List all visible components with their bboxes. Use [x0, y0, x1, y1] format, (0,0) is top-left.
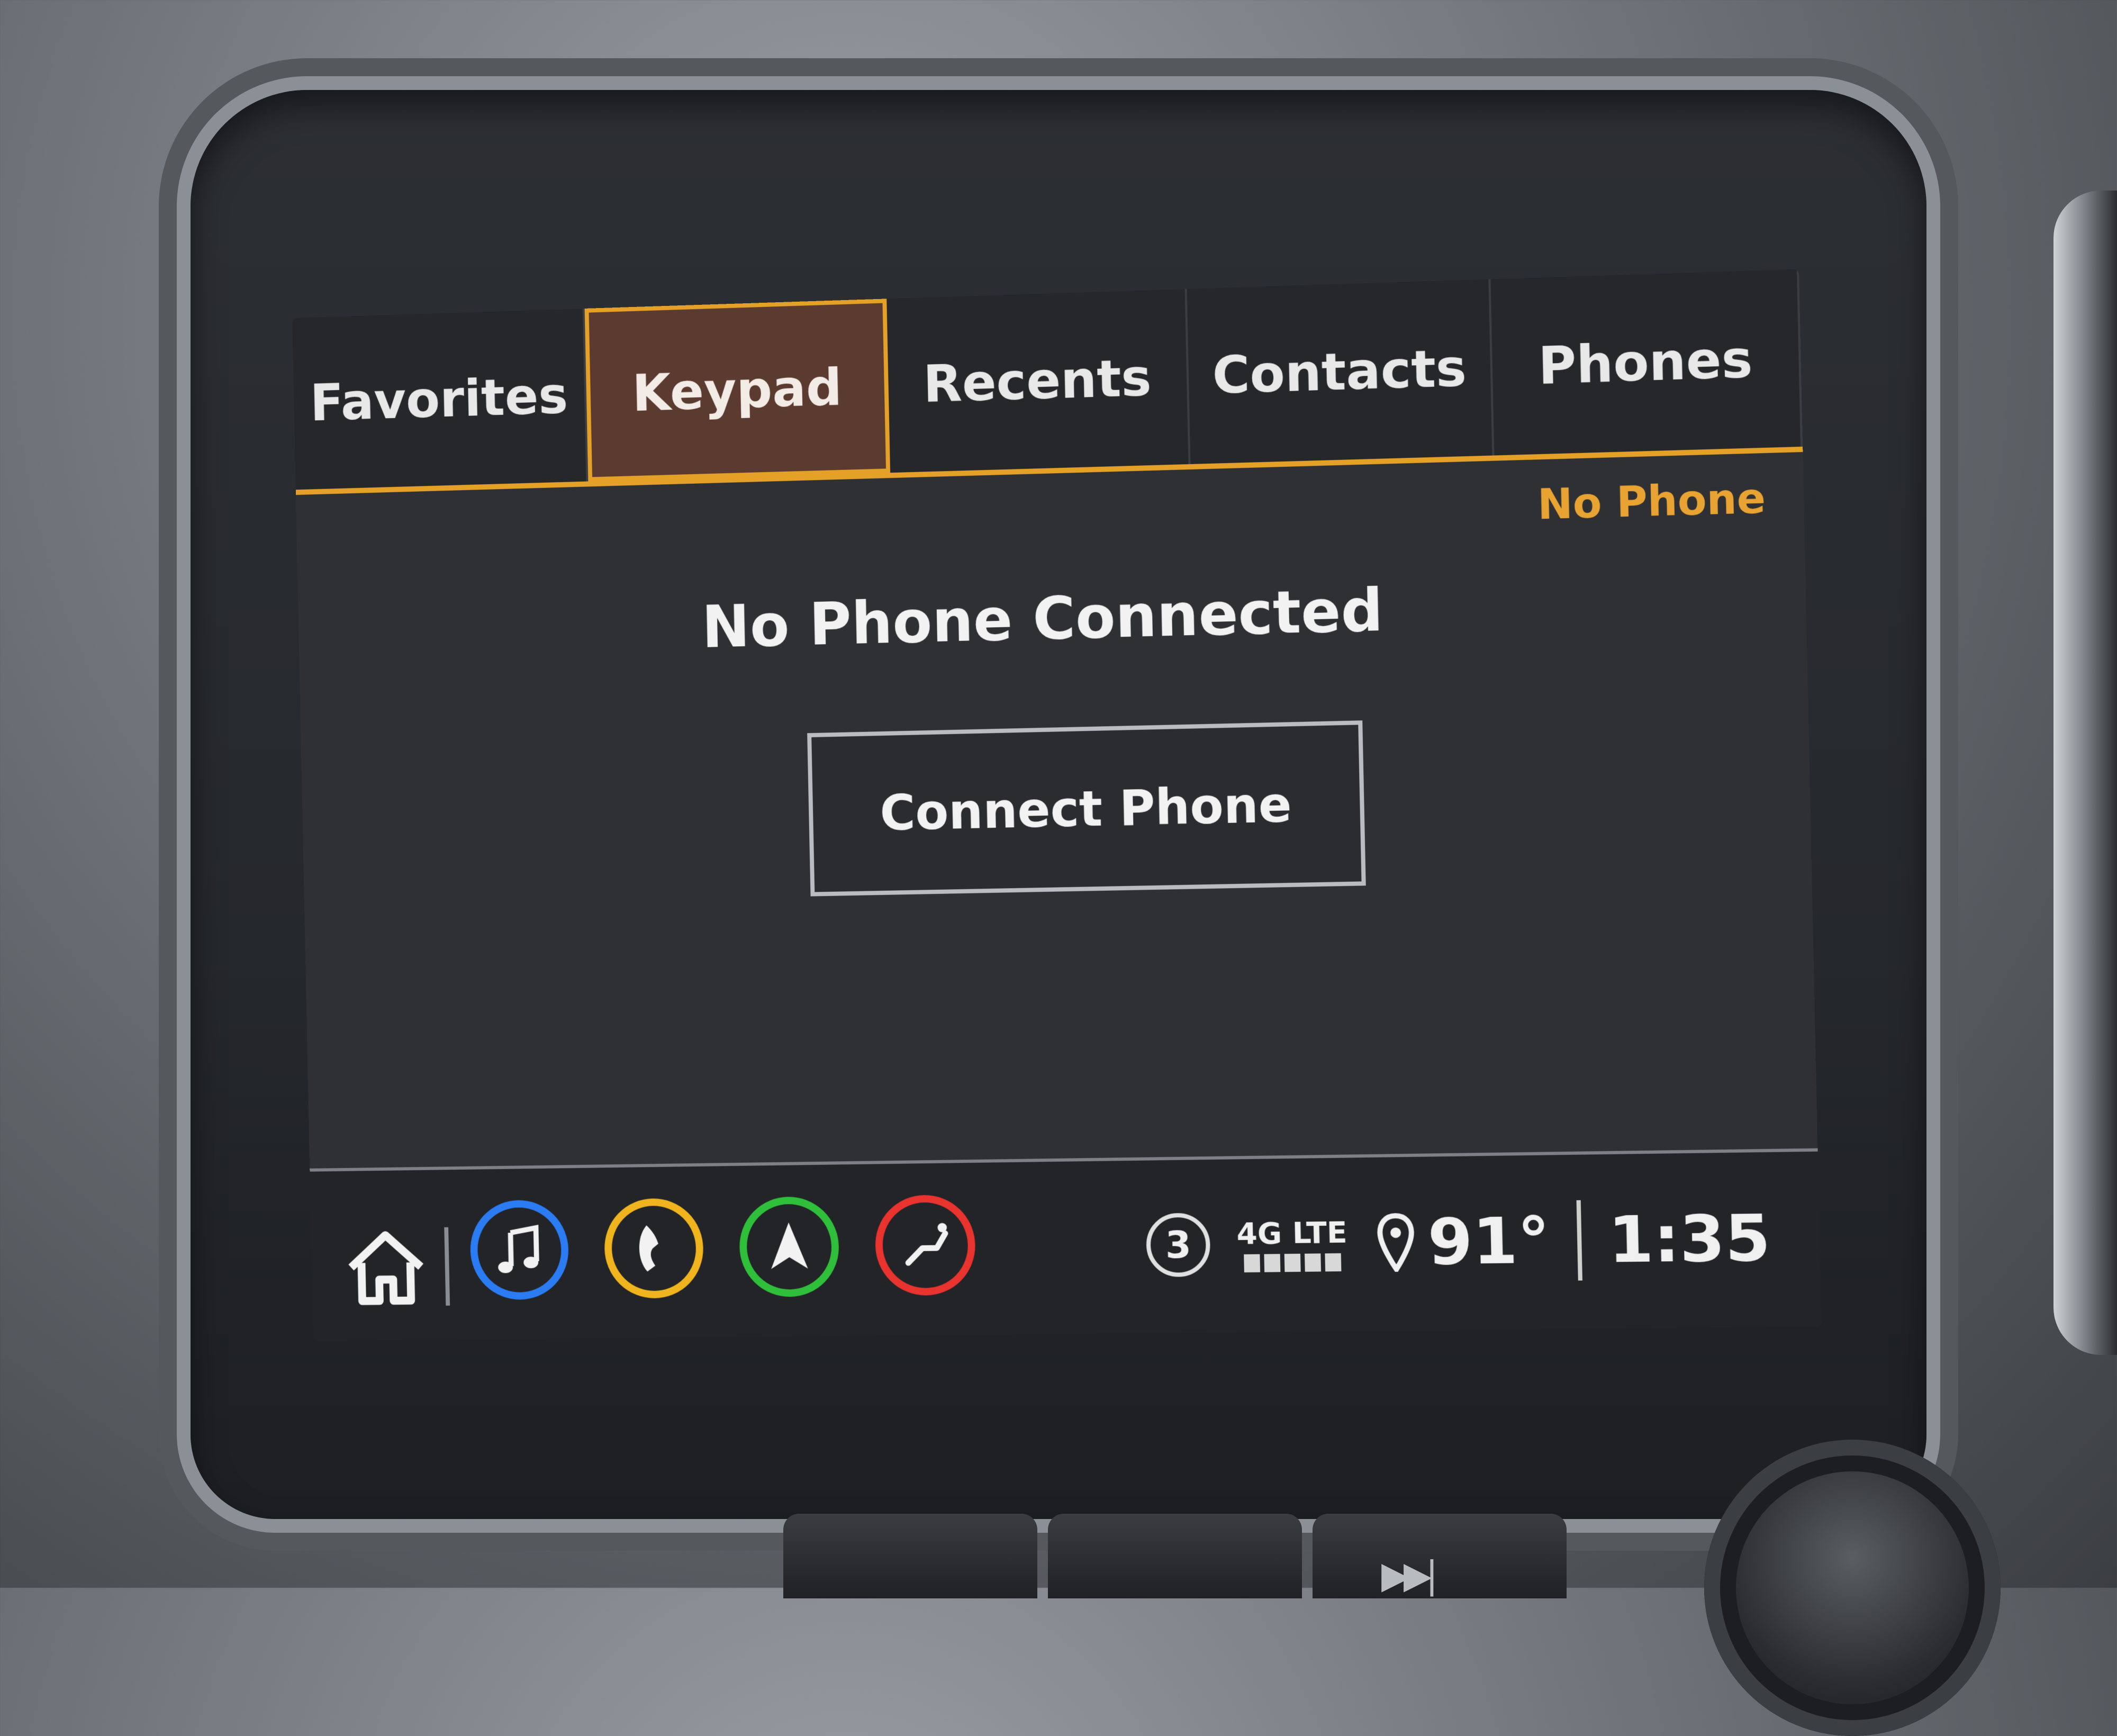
location-pin-icon	[1373, 1213, 1417, 1272]
clock: 1:35	[1607, 1200, 1771, 1278]
infotainment-screen: Favorites Keypad Recents Contacts Phones…	[292, 269, 1822, 1341]
tab-keypad[interactable]: Keypad	[584, 299, 891, 482]
phone-status-label: No Phone	[1537, 474, 1767, 529]
volume-knob	[1704, 1440, 2001, 1736]
signal-bars-icon	[1244, 1253, 1342, 1272]
status-area: 3 4G LTE 91° 1:35	[1145, 1185, 1771, 1298]
tab-phones[interactable]: Phones	[1490, 269, 1803, 456]
status-divider	[1576, 1200, 1582, 1281]
tab-contacts[interactable]: Contacts	[1187, 279, 1495, 464]
network-indicator: 4G LTE	[1236, 1215, 1348, 1272]
temperature-display: 91°	[1373, 1204, 1551, 1280]
tab-favorites[interactable]: Favorites	[292, 308, 588, 490]
temperature-value: 91°	[1427, 1203, 1551, 1279]
notification-count[interactable]: 3	[1146, 1213, 1211, 1278]
home-icon[interactable]	[341, 1222, 430, 1312]
connect-phone-button[interactable]: Connect Phone	[807, 720, 1366, 897]
network-label: 4G LTE	[1236, 1215, 1348, 1251]
hardware-buttons	[783, 1514, 1567, 1598]
fast-forward-icon: ▶▶|	[1381, 1553, 1438, 1597]
page-title: No Phone Connected	[701, 576, 1384, 661]
phone-icon	[638, 1225, 659, 1272]
dashboard-trim	[2053, 191, 2117, 1355]
navigation-icon	[770, 1222, 808, 1269]
seat-icon	[896, 1223, 955, 1274]
music-icon	[498, 1221, 548, 1279]
tab-recents[interactable]: Recents	[886, 289, 1191, 473]
